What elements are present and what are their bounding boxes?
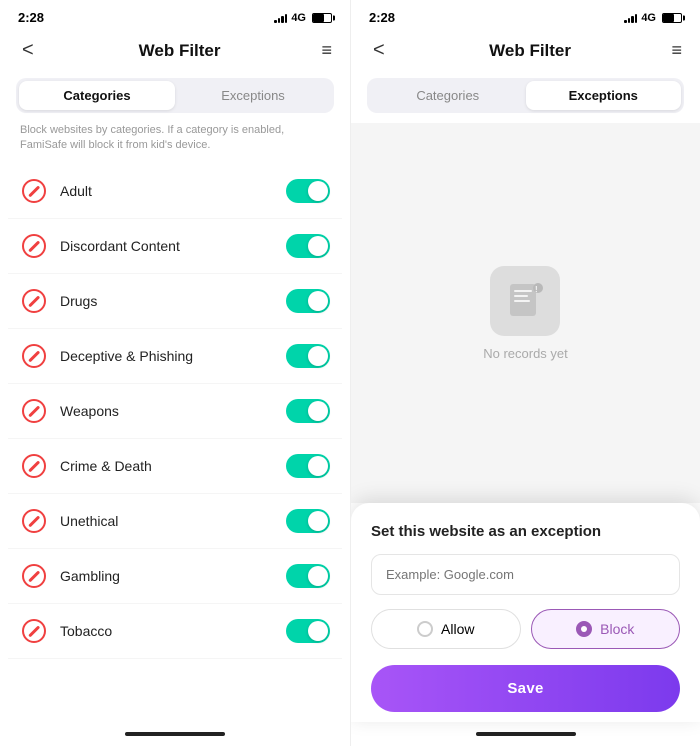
header-left: < Web Filter ≡: [0, 31, 350, 74]
block-icon-weapons: [20, 397, 48, 425]
save-button[interactable]: Save: [371, 665, 680, 712]
toggle-crime[interactable]: [286, 454, 330, 478]
toggle-gambling[interactable]: [286, 564, 330, 588]
category-name-weapons: Weapons: [60, 403, 286, 419]
page-title-left: Web Filter: [139, 41, 221, 61]
battery-icon-right: [662, 13, 682, 23]
category-name-gambling: Gambling: [60, 568, 286, 584]
signal-icon-right: [624, 13, 637, 23]
status-bar-left: 2:28 4G: [0, 0, 350, 31]
category-list: Adult Discordant Content Drugs Deceptive…: [0, 164, 350, 722]
time-left: 2:28: [18, 10, 44, 25]
block-radio-dot: [576, 621, 592, 637]
toggle-adult[interactable]: [286, 179, 330, 203]
category-name-adult: Adult: [60, 183, 286, 199]
toggle-discordant[interactable]: [286, 234, 330, 258]
back-button-left[interactable]: <: [18, 37, 38, 64]
exception-input[interactable]: [371, 554, 680, 595]
category-name-unethical: Unethical: [60, 513, 286, 529]
filter-description: Block websites by categories. If a categ…: [0, 123, 350, 164]
toggle-tobacco[interactable]: [286, 619, 330, 643]
status-icons-left: 4G: [274, 12, 332, 24]
tab-categories-left[interactable]: Categories: [19, 81, 175, 110]
page-title-right: Web Filter: [489, 41, 571, 61]
allow-radio-dot: [417, 621, 433, 637]
exceptions-empty-state: ! No records yet: [351, 123, 700, 503]
menu-button-left[interactable]: ≡: [321, 40, 332, 61]
bottom-sheet-title: Set this website as an exception: [371, 523, 680, 540]
status-bar-right: 2:28 4G: [351, 0, 700, 31]
home-indicator-left: [0, 722, 350, 746]
list-item: Gambling: [8, 549, 342, 604]
home-indicator-right: [351, 722, 700, 746]
block-icon-discordant: [20, 232, 48, 260]
toggle-weapons[interactable]: [286, 399, 330, 423]
toggle-deceptive[interactable]: [286, 344, 330, 368]
list-item: Crime & Death: [8, 439, 342, 494]
block-option[interactable]: Block: [531, 609, 681, 649]
no-records-icon: !: [490, 266, 560, 336]
block-label: Block: [600, 621, 634, 637]
svg-text:!: !: [535, 285, 538, 294]
exception-radio-group: Allow Block: [371, 609, 680, 649]
signal-icon-left: [274, 13, 287, 23]
list-item: Discordant Content: [8, 219, 342, 274]
exception-bottom-sheet: Set this website as an exception Allow B…: [351, 503, 700, 722]
block-icon-gambling: [20, 562, 48, 590]
menu-button-right[interactable]: ≡: [671, 40, 682, 61]
network-right: 4G: [641, 12, 656, 24]
list-item: Unethical: [8, 494, 342, 549]
block-icon-unethical: [20, 507, 48, 535]
category-name-crime: Crime & Death: [60, 458, 286, 474]
allow-option[interactable]: Allow: [371, 609, 521, 649]
list-item: Drugs: [8, 274, 342, 329]
block-icon-crime: [20, 452, 48, 480]
time-right: 2:28: [369, 10, 395, 25]
no-records-text: No records yet: [483, 346, 568, 361]
list-item: Deceptive & Phishing: [8, 329, 342, 384]
block-icon-drugs: [20, 287, 48, 315]
list-item: Weapons: [8, 384, 342, 439]
tab-categories-right[interactable]: Categories: [370, 81, 526, 110]
tab-bar-left: Categories Exceptions: [16, 78, 334, 113]
category-name-drugs: Drugs: [60, 293, 286, 309]
header-right: < Web Filter ≡: [351, 31, 700, 74]
category-name-deceptive: Deceptive & Phishing: [60, 348, 286, 364]
tab-exceptions-left[interactable]: Exceptions: [175, 81, 331, 110]
category-name-tobacco: Tobacco: [60, 623, 286, 639]
battery-icon-left: [312, 13, 332, 23]
list-item: Adult: [8, 164, 342, 219]
list-item: Tobacco: [8, 604, 342, 659]
right-panel: 2:28 4G < Web Filter ≡ Categories Except…: [350, 0, 700, 746]
left-panel: 2:28 4G < Web Filter ≡ Categories Except…: [0, 0, 350, 746]
toggle-drugs[interactable]: [286, 289, 330, 313]
network-left: 4G: [291, 12, 306, 24]
block-icon-tobacco: [20, 617, 48, 645]
tab-bar-right: Categories Exceptions: [367, 78, 684, 113]
no-records-container: ! No records yet: [463, 246, 588, 381]
toggle-unethical[interactable]: [286, 509, 330, 533]
category-name-discordant: Discordant Content: [60, 238, 286, 254]
block-icon-deceptive: [20, 342, 48, 370]
tab-exceptions-right[interactable]: Exceptions: [526, 81, 682, 110]
back-button-right[interactable]: <: [369, 37, 389, 64]
block-icon-adult: [20, 177, 48, 205]
status-icons-right: 4G: [624, 12, 682, 24]
allow-label: Allow: [441, 621, 474, 637]
